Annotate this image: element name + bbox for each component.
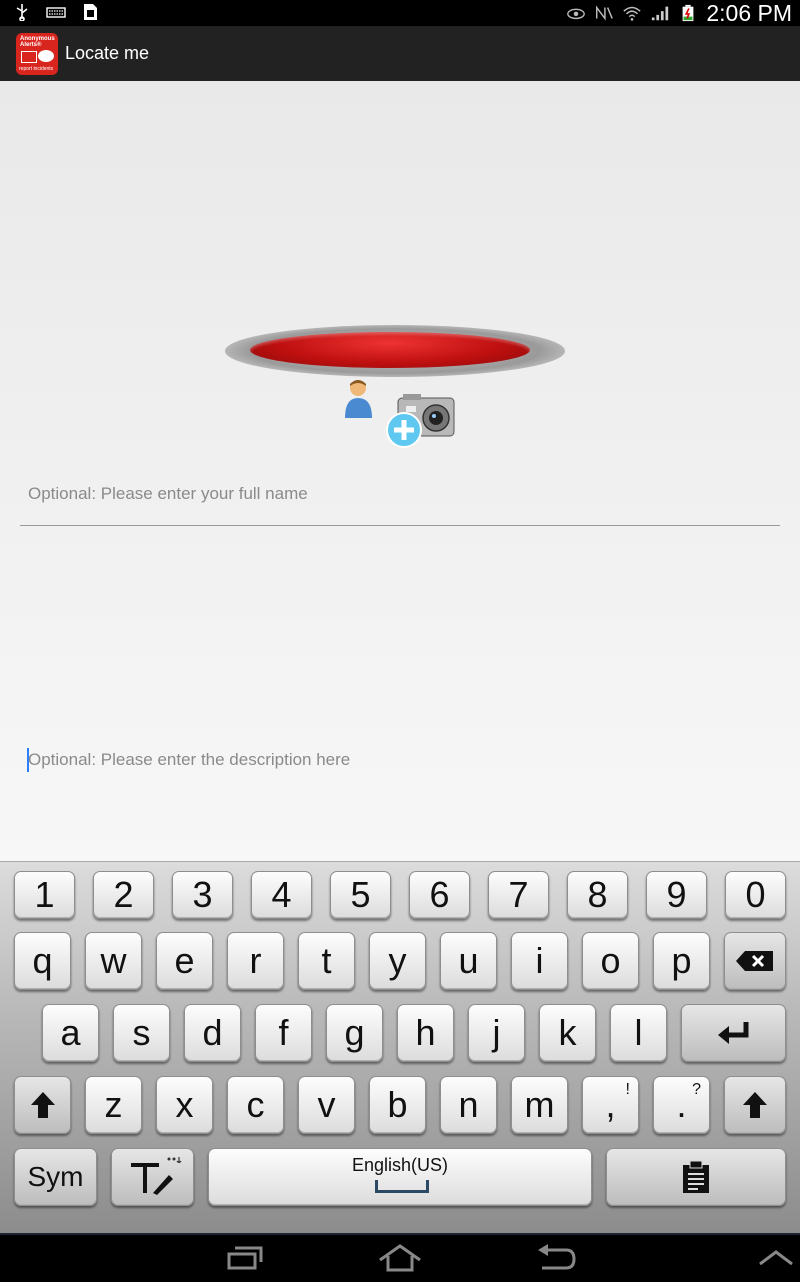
person-icon xyxy=(345,380,372,418)
key-p[interactable]: p xyxy=(653,932,710,990)
app-logo-icon[interactable]: Anonymous Alerts® report incidents xyxy=(16,33,58,75)
key-n[interactable]: n xyxy=(440,1076,497,1134)
battery-charging-icon xyxy=(682,4,694,22)
key-c[interactable]: c xyxy=(227,1076,284,1134)
space-key-label: English(US) xyxy=(351,1155,449,1175)
key-6[interactable]: 6 xyxy=(409,871,470,919)
signal-icon xyxy=(652,6,669,21)
nfc-icon xyxy=(596,5,614,21)
home-icon[interactable] xyxy=(376,1242,424,1274)
key-period-label: . xyxy=(676,1084,687,1125)
key-d[interactable]: d xyxy=(184,1004,241,1062)
key-b[interactable]: b xyxy=(369,1076,426,1134)
back-icon[interactable] xyxy=(532,1242,580,1274)
soft-keyboard: 1 2 3 4 5 6 7 8 9 0 q w e r t y u i o p … xyxy=(0,861,800,1234)
shift-icon xyxy=(30,1092,55,1118)
main-content: Optional: Please enter your full name Op… xyxy=(0,81,800,861)
key-period-alt: ? xyxy=(692,1081,701,1098)
key-comma[interactable]: , ! xyxy=(582,1076,639,1134)
clipboard-key[interactable] xyxy=(606,1148,786,1206)
key-0[interactable]: 0 xyxy=(725,871,786,919)
key-j[interactable]: j xyxy=(468,1004,525,1062)
action-bar: Anonymous Alerts® report incidents Locat… xyxy=(0,26,800,82)
shift-icon xyxy=(743,1092,767,1118)
key-w[interactable]: w xyxy=(85,932,142,990)
handwriting-icon xyxy=(130,1157,181,1195)
envelope-icon xyxy=(21,51,37,63)
key-h[interactable]: h xyxy=(397,1004,454,1062)
key-e[interactable]: e xyxy=(156,932,213,990)
key-l[interactable]: l xyxy=(610,1004,667,1062)
key-y[interactable]: y xyxy=(369,932,426,990)
full-name-input[interactable]: Optional: Please enter your full name xyxy=(20,473,780,526)
clock: 2:06 PM xyxy=(706,0,792,26)
handwriting-key[interactable] xyxy=(111,1148,194,1206)
clipboard-icon xyxy=(683,1160,709,1193)
key-f[interactable]: f xyxy=(255,1004,312,1062)
page-title: Locate me xyxy=(65,43,150,63)
keyboard-icon xyxy=(46,7,66,18)
key-4[interactable]: 4 xyxy=(251,871,312,919)
key-1[interactable]: 1 xyxy=(14,871,75,919)
alert-button-face xyxy=(250,332,530,368)
space-key[interactable]: English(US) xyxy=(208,1148,592,1206)
full-name-placeholder: Optional: Please enter your full name xyxy=(28,484,308,503)
key-period[interactable]: . ? xyxy=(653,1076,710,1134)
key-8[interactable]: 8 xyxy=(567,871,628,919)
backspace-icon xyxy=(736,951,773,971)
app-logo-subtext: report incidents xyxy=(19,66,54,72)
key-v[interactable]: v xyxy=(298,1076,355,1134)
key-2[interactable]: 2 xyxy=(93,871,154,919)
add-media-icon[interactable] xyxy=(340,378,460,450)
key-u[interactable]: u xyxy=(440,932,497,990)
shift-key-right[interactable] xyxy=(724,1076,786,1134)
plus-icon xyxy=(386,412,422,448)
key-i[interactable]: i xyxy=(511,932,568,990)
enter-icon xyxy=(717,1022,748,1044)
key-5[interactable]: 5 xyxy=(330,871,391,919)
alert-button[interactable] xyxy=(225,325,565,377)
key-comma-alt: ! xyxy=(625,1081,630,1098)
backspace-key[interactable] xyxy=(724,932,786,990)
app-logo-text: Anonymous Alerts® xyxy=(20,36,55,48)
chat-bubble-icon xyxy=(38,50,54,62)
key-x[interactable]: x xyxy=(156,1076,213,1134)
sim-icon xyxy=(84,4,97,20)
key-9[interactable]: 9 xyxy=(646,871,707,919)
key-comma-label: , xyxy=(605,1084,616,1125)
key-3[interactable]: 3 xyxy=(172,871,233,919)
key-q[interactable]: q xyxy=(14,932,71,990)
key-a[interactable]: a xyxy=(42,1004,99,1062)
key-g[interactable]: g xyxy=(326,1004,383,1062)
hide-keyboard-icon[interactable] xyxy=(752,1242,800,1274)
key-k[interactable]: k xyxy=(539,1004,596,1062)
key-o[interactable]: o xyxy=(582,932,639,990)
key-s[interactable]: s xyxy=(113,1004,170,1062)
wifi-icon xyxy=(623,6,642,21)
key-t[interactable]: t xyxy=(298,932,355,990)
navigation-bar xyxy=(0,1233,800,1282)
status-bar: 2:06 PM xyxy=(0,0,800,26)
key-m[interactable]: m xyxy=(511,1076,568,1134)
eye-icon xyxy=(567,8,586,20)
key-7[interactable]: 7 xyxy=(488,871,549,919)
description-placeholder: Optional: Please enter the description h… xyxy=(28,750,351,769)
recent-apps-icon[interactable] xyxy=(221,1242,269,1274)
usb-icon xyxy=(16,4,28,21)
space-icon xyxy=(375,1180,429,1193)
key-r[interactable]: r xyxy=(227,932,284,990)
enter-key[interactable] xyxy=(681,1004,786,1062)
key-z[interactable]: z xyxy=(85,1076,142,1134)
shift-key-left[interactable] xyxy=(14,1076,71,1134)
sym-key[interactable]: Sym xyxy=(14,1148,97,1206)
description-input[interactable]: Optional: Please enter the description h… xyxy=(20,745,780,775)
